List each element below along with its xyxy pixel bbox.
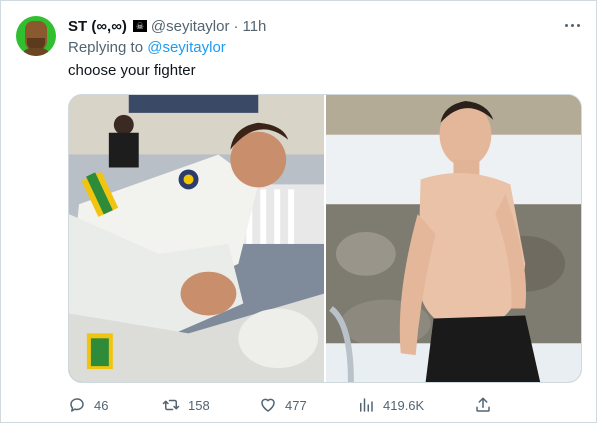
replying-to-label: Replying to [68,39,144,56]
views-icon [360,398,373,412]
tweet-media[interactable] [68,94,582,383]
tweet-text: choose your fighter [68,62,196,79]
like-button[interactable]: 477 [259,395,307,415]
yacht-photo-illustration [326,95,581,382]
like-count: 477 [285,397,307,413]
reply-count: 46 [94,397,109,413]
separator-dot: · [233,17,239,35]
share-button[interactable] [474,395,500,415]
pirate-flag-icon: ☠ [132,20,147,32]
reply-icon [70,398,84,412]
avatar-shoulders [20,48,52,56]
author-handle[interactable]: @seyitaylor [151,18,230,35]
replying-to: Replying to @seyitaylor [68,39,226,56]
jiu-jitsu-photo-illustration [69,95,324,382]
heart-icon [261,398,275,412]
more-horizontal-icon[interactable] [562,15,582,35]
tweet-timestamp[interactable]: 11h [242,18,266,35]
tweet-header: ST (∞,∞) ☠ @seyitaylor · 11h [68,16,266,36]
replying-to-handle-link[interactable]: @seyitaylor [147,39,226,56]
views-button[interactable]: 419.6K [357,395,424,415]
media-photo-left[interactable] [69,95,324,382]
retweet-icon [162,399,180,411]
author-name[interactable]: ST (∞,∞) [68,18,127,35]
share-icon [476,397,490,412]
media-photo-right[interactable] [326,95,581,382]
avatar[interactable] [16,16,56,56]
reply-button[interactable]: 46 [68,395,108,415]
tweet-actions: 46 158 477 419.6K [68,395,582,415]
tweet-card[interactable]: ST (∞,∞) ☠ @seyitaylor · 11h Replying to… [0,0,597,423]
views-count: 419.6K [383,397,425,413]
retweet-button[interactable]: 158 [162,395,210,415]
retweet-count: 158 [188,397,210,413]
